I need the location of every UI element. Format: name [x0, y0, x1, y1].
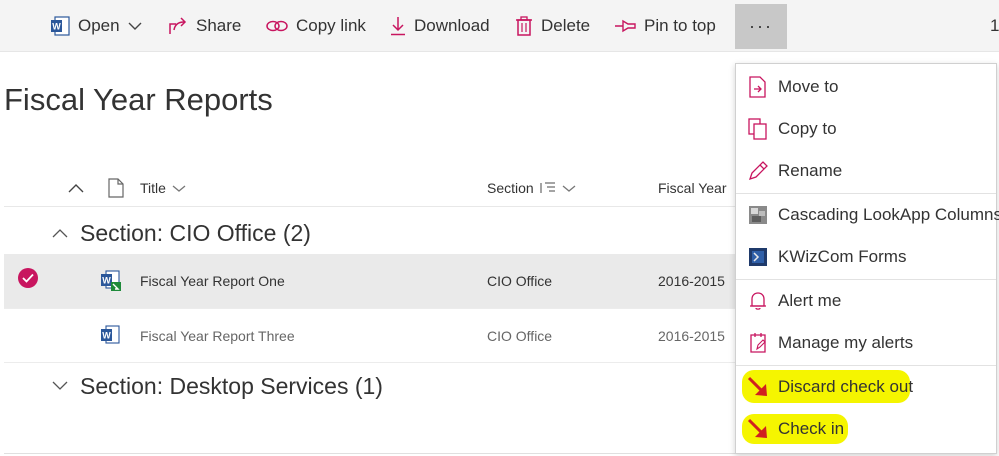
trash-icon: [516, 16, 532, 36]
copy-link-button[interactable]: Copy link: [266, 0, 366, 52]
red-arrow-icon: [738, 418, 778, 440]
menu-item-move-to[interactable]: Move to: [736, 66, 996, 108]
title-column-label: Title: [140, 180, 166, 196]
menu-item-label: Discard check out: [778, 377, 914, 396]
more-options-menu: Move to Copy to Rename Cascading LookApp…: [735, 63, 999, 454]
more-options-label: ···: [749, 16, 773, 36]
menu-item-discard-check-out[interactable]: Discard check out: [736, 366, 996, 408]
row-divider: [4, 362, 737, 363]
menu-item-label: Rename: [778, 161, 843, 180]
menu-item-label: Copy to: [778, 119, 837, 138]
download-label: Download: [414, 16, 490, 35]
menu-item-cascading-lookapp-columns[interactable]: Cascading LookApp Columns: [736, 194, 999, 236]
chevron-down-icon: [172, 185, 186, 192]
pin-icon: [615, 19, 636, 33]
open-label: Open: [78, 16, 120, 35]
menu-item-label: Check in: [778, 419, 845, 438]
chevron-down-icon: [128, 22, 142, 30]
collapse-all-button[interactable]: [62, 170, 84, 206]
fiscal-year-column-header[interactable]: Fiscal Year: [658, 170, 726, 206]
lookapp-icon: [738, 205, 778, 225]
copy-icon: [738, 118, 778, 140]
share-button[interactable]: Share: [168, 0, 241, 52]
pin-to-top-label: Pin to top: [644, 16, 716, 35]
menu-item-label: Manage my alerts: [778, 333, 914, 352]
group-label: Section: CIO Office (2): [80, 219, 311, 246]
section-column-label: Section: [487, 180, 534, 196]
group-label: Section: Desktop Services (1): [80, 372, 383, 399]
menu-item-label: Alert me: [778, 291, 842, 310]
download-button[interactable]: Download: [390, 0, 490, 52]
pin-to-top-button[interactable]: Pin to top: [614, 0, 716, 52]
bell-icon: [738, 291, 778, 311]
manage-alerts-icon: [738, 332, 778, 354]
title-column-header[interactable]: Title: [140, 170, 186, 206]
link-icon: [266, 20, 288, 32]
delete-button[interactable]: Delete: [515, 0, 590, 52]
row-section: CIO Office: [487, 328, 553, 344]
row-fiscal-year: 2016-2015: [658, 273, 725, 289]
chevron-down-icon: [562, 185, 576, 192]
row-title[interactable]: Fiscal Year Report One: [140, 254, 285, 308]
download-icon: [391, 17, 405, 36]
svg-text:W: W: [52, 22, 61, 32]
group-header-desktop-services[interactable]: Section: Desktop Services (1): [52, 364, 383, 408]
menu-item-manage-my-alerts[interactable]: Manage my alerts: [736, 322, 996, 364]
copy-link-label: Copy link: [296, 16, 366, 35]
word-icon: W: [51, 16, 70, 36]
red-arrow-icon: [738, 376, 778, 398]
page-title: Fiscal Year Reports: [4, 82, 273, 117]
chevron-down-icon: [52, 381, 68, 390]
svg-text:W: W: [102, 276, 111, 286]
share-label: Share: [196, 16, 242, 35]
document-icon: [108, 178, 124, 198]
chevron-up-icon: [68, 184, 84, 193]
svg-text:W: W: [102, 331, 111, 341]
open-button[interactable]: W Open: [50, 0, 142, 52]
word-checked-out-icon: W: [100, 254, 122, 308]
table-row[interactable]: W Fiscal Year Report One CIO Office 2016…: [4, 254, 737, 308]
row-selected-checkmark-icon[interactable]: [18, 268, 38, 288]
menu-item-label: Cascading LookApp Columns: [778, 205, 999, 224]
share-icon: [169, 17, 187, 34]
fiscal-year-column-label: Fiscal Year: [658, 180, 727, 196]
group-by-icon: [540, 182, 555, 193]
pencil-icon: [738, 161, 778, 181]
menu-item-kwizcom-forms[interactable]: KWizCom Forms: [736, 236, 996, 278]
delete-label: Delete: [541, 16, 591, 35]
selected-count: 1: [990, 16, 999, 35]
row-fiscal-year: 2016-2015: [658, 328, 725, 344]
menu-item-check-in[interactable]: Check in: [736, 408, 996, 450]
menu-item-alert-me[interactable]: Alert me: [736, 280, 996, 322]
section-column-header[interactable]: Section: [487, 170, 576, 206]
list-bottom-border: [4, 453, 737, 454]
menu-item-rename[interactable]: Rename: [736, 150, 996, 192]
table-row[interactable]: W Fiscal Year Report Three CIO Office 20…: [4, 309, 737, 363]
menu-item-label: KWizCom Forms: [778, 247, 907, 266]
command-bar: W Open Share Copy link Download Delete P…: [0, 0, 999, 52]
menu-item-copy-to[interactable]: Copy to: [736, 108, 996, 150]
header-divider: [4, 206, 737, 207]
group-header-cio-office[interactable]: Section: CIO Office (2): [52, 211, 311, 255]
row-title[interactable]: Fiscal Year Report Three: [140, 309, 295, 363]
move-icon: [738, 76, 778, 98]
word-document-icon: W: [100, 309, 122, 363]
chevron-up-icon: [52, 229, 68, 238]
file-type-column-header[interactable]: [102, 170, 124, 206]
more-options-button[interactable]: ···: [735, 4, 787, 49]
kwizcom-icon: [738, 247, 778, 267]
row-section: CIO Office: [487, 273, 553, 289]
menu-item-label: Move to: [778, 77, 839, 96]
